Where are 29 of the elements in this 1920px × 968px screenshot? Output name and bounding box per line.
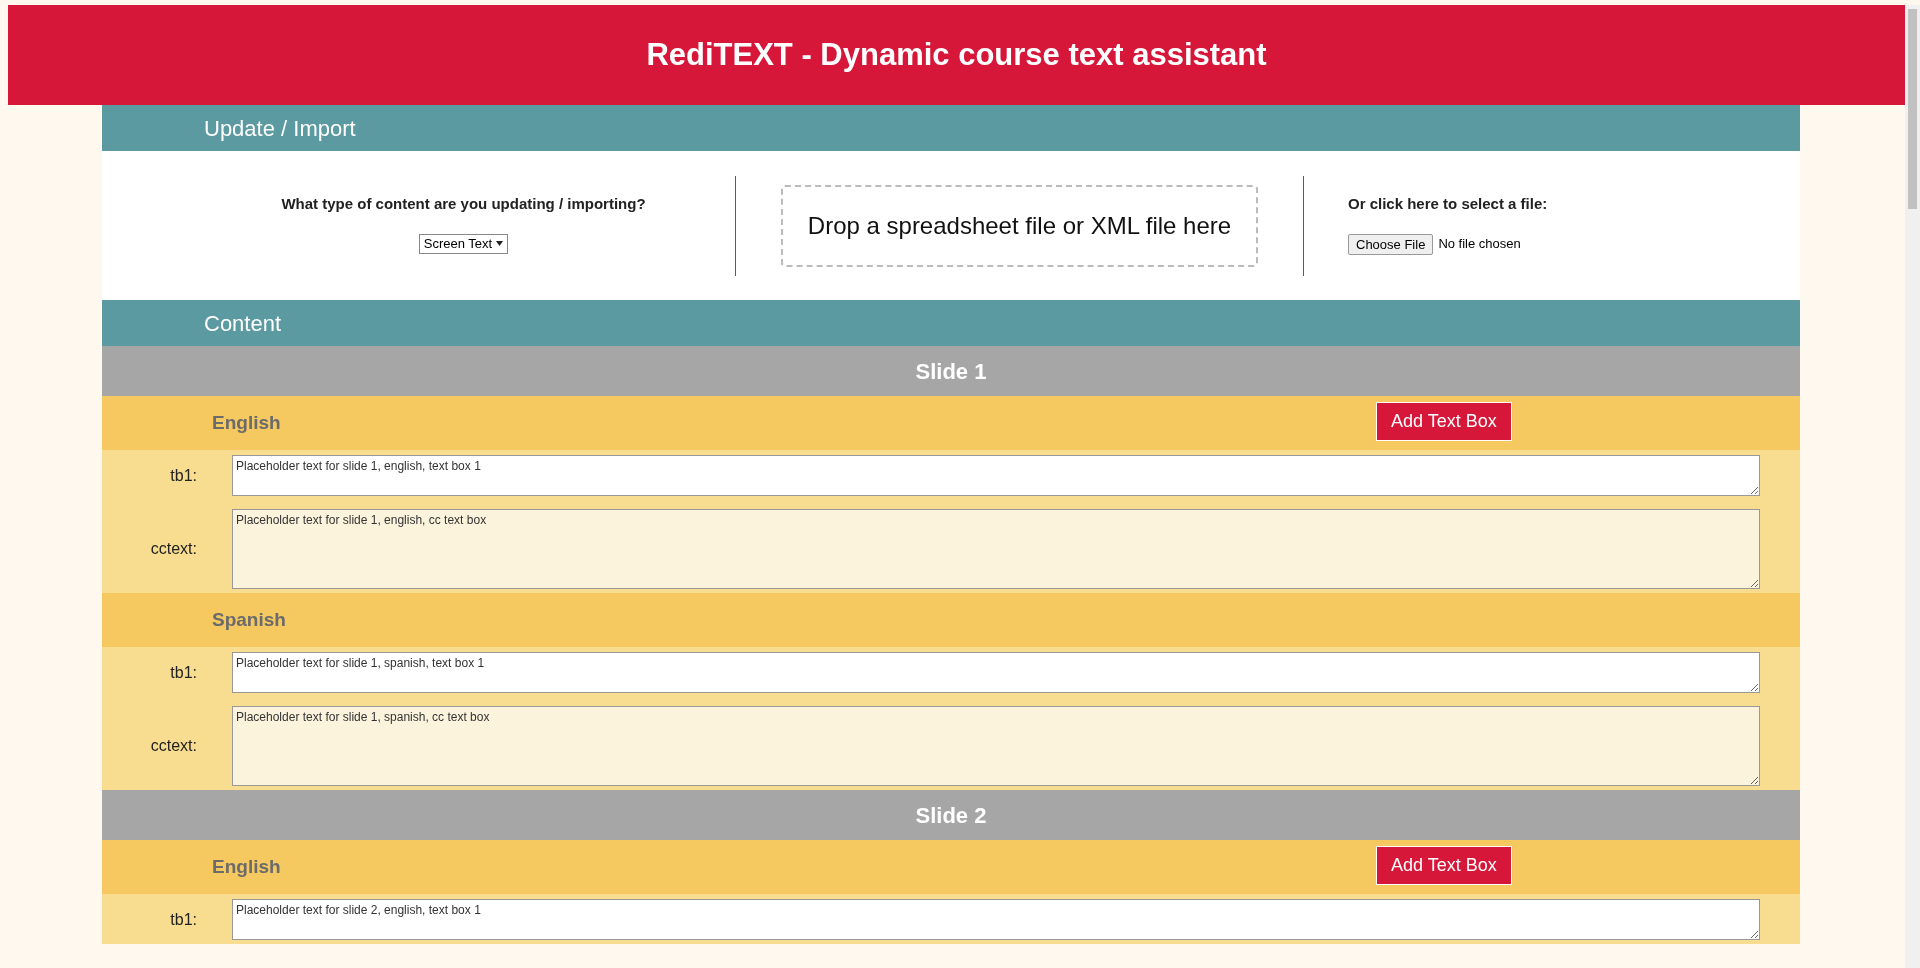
choose-file-button[interactable]: Choose File (1348, 233, 1434, 255)
file-status: No file chosen (1438, 235, 1521, 254)
content-type-select[interactable]: Screen Text (418, 233, 509, 254)
text-box[interactable]: Placeholder text for slide 1, english, text box 1 (232, 455, 1760, 496)
language-label: English (212, 410, 281, 435)
add-text-box-button[interactable]: Add Text Box (1376, 402, 1512, 441)
add-text-box-button[interactable]: Add Text Box (1376, 846, 1512, 885)
slide-title: Slide 1 (915, 357, 987, 386)
language-label: English (212, 854, 281, 879)
field-label: cctext: (149, 736, 197, 756)
section-title: Update / Import (204, 114, 356, 143)
text-box[interactable]: Placeholder text for slide 2, english, text box 1 (232, 899, 1760, 940)
text-box[interactable]: Placeholder text for slide 1, spanish, cc text box (232, 706, 1760, 786)
slide-title: Slide 2 (915, 801, 987, 830)
app-title: RediTEXT - Dynamic course text assistant (646, 35, 1267, 74)
language-label: Spanish (212, 607, 286, 632)
field-label: tb1: (169, 909, 197, 930)
caret-icon (496, 241, 504, 246)
section-title: Content (204, 309, 282, 338)
question-label: What type of content are you updating / importing? (281, 194, 646, 214)
field-label: cctext: (149, 539, 197, 559)
scrollbar[interactable] (1905, 5, 1920, 968)
file-prompt: Or click here to select a file: (1348, 194, 1548, 214)
drop-zone[interactable]: Drop a spreadsheet file or XML file here (781, 184, 1258, 267)
field-label: tb1: (169, 465, 197, 486)
scrollbar-thumb[interactable] (1908, 9, 1917, 209)
text-box[interactable]: Placeholder text for slide 1, spanish, text box 1 (232, 652, 1760, 693)
text-box[interactable]: Placeholder text for slide 1, english, cc text box (232, 509, 1760, 589)
field-label: tb1: (169, 662, 197, 683)
